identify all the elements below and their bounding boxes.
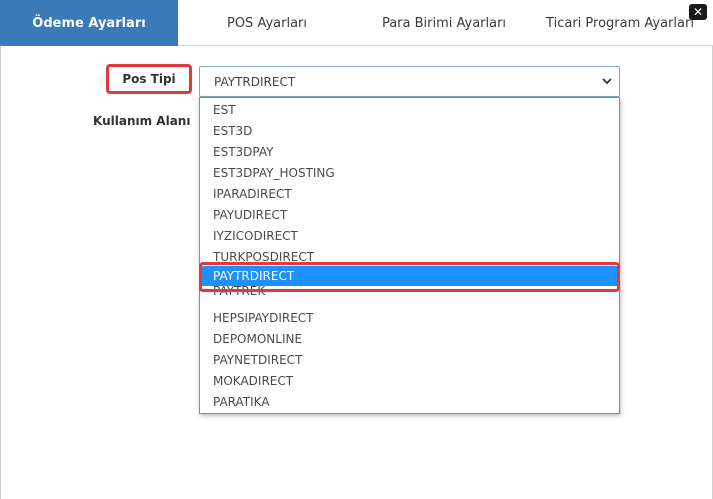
tab-pos-ayarlari[interactable]: POS Ayarları xyxy=(178,0,356,46)
tab-odeme-ayarlari[interactable]: Ödeme Ayarları xyxy=(0,0,178,46)
dropdown-option[interactable]: DEPOMONLINE xyxy=(200,329,619,350)
dropdown-option[interactable]: IPARADIRECT xyxy=(200,184,619,205)
pos-type-label: Pos Tipi xyxy=(122,72,176,86)
dropdown-option[interactable]: EST3D xyxy=(200,121,619,142)
dropdown-option[interactable]: TURKPOSDIRECT xyxy=(200,247,619,268)
chevron-down-icon xyxy=(602,78,612,85)
pos-type-select[interactable]: PAYTRDIRECT xyxy=(199,66,620,97)
dropdown-option[interactable]: EST3DPAY_HOSTING xyxy=(200,163,619,184)
dropdown-option[interactable]: PARATIKA xyxy=(200,392,619,413)
dropdown-option[interactable]: PAYUDIRECT xyxy=(200,205,619,226)
dropdown-option[interactable]: MOKADIRECT xyxy=(200,371,619,392)
tab-bar: Ödeme Ayarları POS Ayarları Para Birimi … xyxy=(0,0,713,46)
tab-para-birimi-ayarlari[interactable]: Para Birimi Ayarları xyxy=(356,0,532,46)
dropdown-option[interactable]: IYZICODIRECT xyxy=(200,226,619,247)
usage-area-label: Kullanım Alanı xyxy=(93,114,191,128)
dropdown-option[interactable]: HEPSIPAYDIRECT xyxy=(200,308,619,329)
dropdown-option[interactable]: EST xyxy=(200,100,619,121)
dropdown-option[interactable]: EST3DPAY xyxy=(200,142,619,163)
pos-type-select-value: PAYTRDIRECT xyxy=(214,74,296,89)
pos-type-dropdown-list: EST EST3D EST3DPAY EST3DPAY_HOSTING IPARADIR… xyxy=(199,97,620,414)
close-icon[interactable]: ✕ xyxy=(689,4,707,20)
dropdown-option[interactable]: PAYNETDIRECT xyxy=(200,350,619,371)
tab-ticari-program-ayarlari[interactable]: Ticari Program Ayarları xyxy=(532,0,708,46)
pos-type-label-highlight: Pos Tipi xyxy=(106,64,192,94)
panel-left-border xyxy=(0,46,1,499)
dropdown-option[interactable]: PAYTREK xyxy=(200,281,619,302)
